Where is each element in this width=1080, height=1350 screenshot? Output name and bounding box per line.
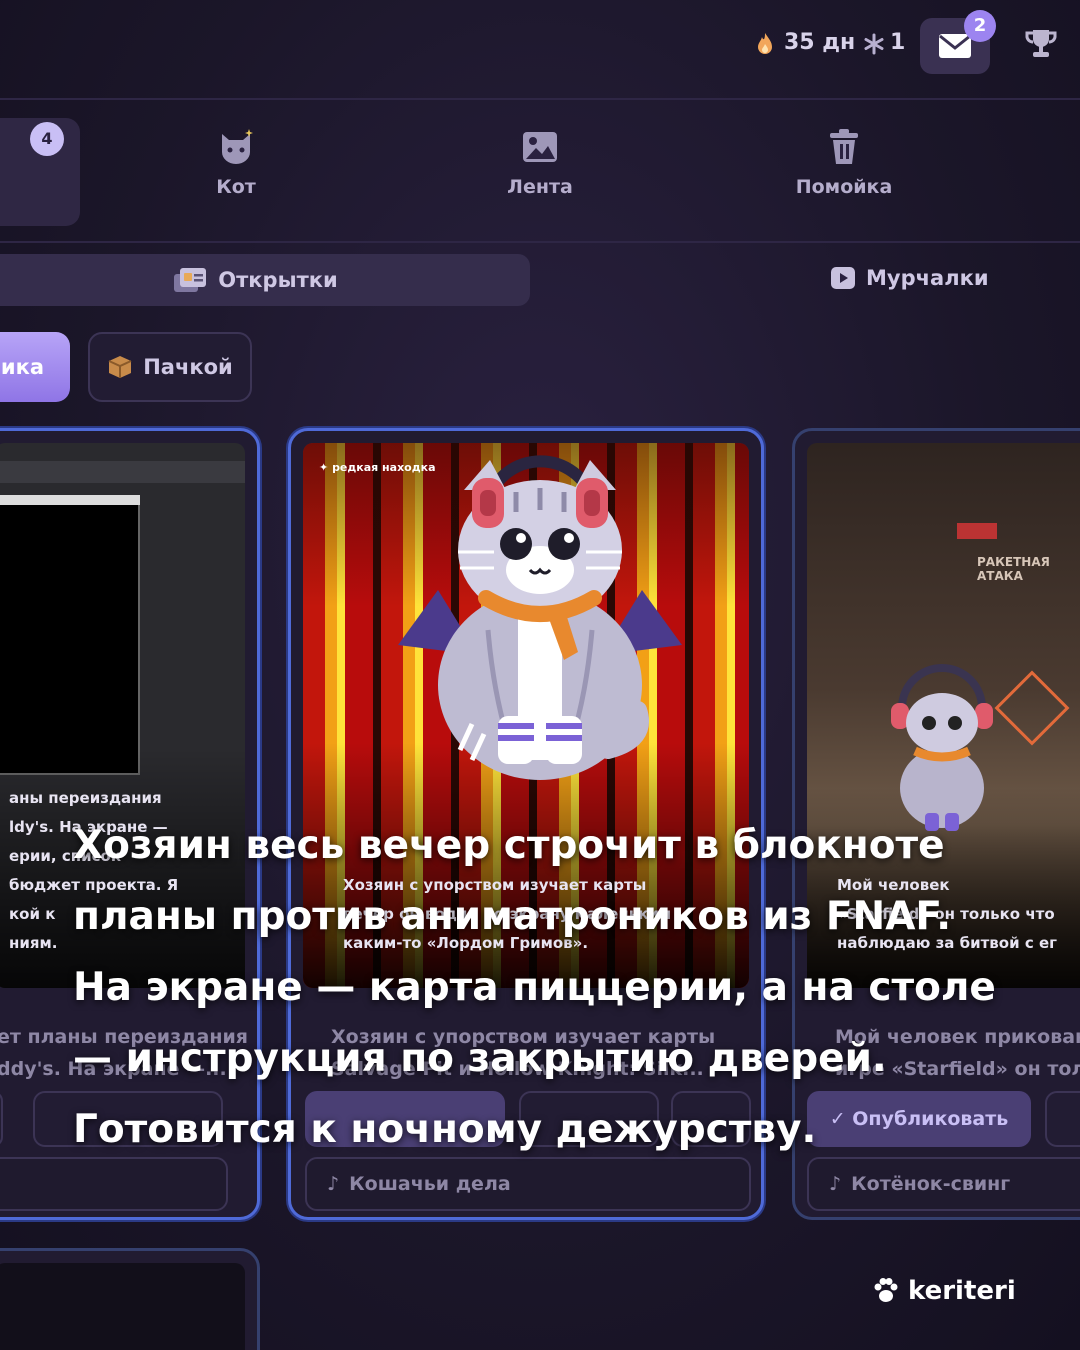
paw-icon: [874, 1278, 898, 1302]
box-icon: [108, 356, 132, 378]
track-select[interactable]: [0, 1157, 228, 1211]
cat-icon: [222, 129, 253, 164]
main-nav: 4 Кот Лента Помойка: [0, 108, 1080, 243]
image-icon: [523, 132, 557, 162]
reject-button[interactable]: [1045, 1091, 1080, 1147]
track-select[interactable]: ♪ Котёнок-свинг: [807, 1157, 1080, 1211]
top-bar: 35 дн 1 2: [0, 0, 1080, 100]
tab-postcards-label: Открытки: [218, 268, 338, 292]
nav-label-feed: Лента: [507, 176, 573, 198]
card-screenshot: [0, 1263, 245, 1350]
window-bar: [0, 495, 140, 505]
nav-active-badge: 4: [30, 122, 64, 156]
cat-mascot: [398, 455, 682, 780]
track-label: Котёнок-свинг: [851, 1173, 1011, 1195]
envelope-icon: [939, 34, 971, 58]
music-note-icon: ♪: [327, 1173, 340, 1195]
nav-item-trash[interactable]: Помойка: [774, 128, 914, 198]
trophy-icon[interactable]: [1024, 28, 1058, 60]
publish-button[interactable]: [0, 1091, 3, 1147]
nav-item-cat[interactable]: Кот: [166, 128, 306, 198]
shot-line: аны переиздания: [9, 789, 162, 807]
streak-counter: 35 дн: [784, 30, 856, 55]
window-titlebar: [0, 461, 245, 483]
snowflake-icon: [864, 33, 884, 55]
snow-counter: 1: [890, 30, 906, 55]
cat-mascot-small: [891, 664, 993, 831]
postcard-card-partial[interactable]: [0, 1248, 260, 1350]
tab-purrs[interactable]: Мурчалки: [830, 266, 989, 290]
mode-single-label: ика: [0, 355, 44, 379]
brand-name: keriteri: [908, 1276, 1016, 1306]
tab-purrs-label: Мурчалки: [866, 266, 989, 290]
track-label: Кошачьи дела: [349, 1173, 511, 1195]
track-select[interactable]: ♪ Кошачьи дела: [305, 1157, 751, 1211]
hud-tag: [957, 523, 997, 539]
trash-icon: [830, 129, 858, 164]
app-screen: 35 дн 1 2 4 Кот Лента Помойка Открытки М…: [0, 0, 1080, 1350]
mode-batch-button[interactable]: Пачкой: [88, 332, 252, 402]
brand-logo: keriteri: [872, 1276, 1016, 1306]
play-icon: [831, 267, 855, 289]
mode-single-button[interactable]: ика: [0, 332, 70, 402]
overlay-caption: Хозяин весь вечер строчит в блокноте пла…: [73, 823, 996, 1152]
black-window: [0, 495, 140, 775]
nav-label-trash: Помойка: [795, 176, 893, 198]
hud-label: РАКЕТНАЯ АТАКА: [977, 555, 1050, 583]
postcard-icon: [174, 268, 207, 292]
music-note-icon: ♪: [829, 1173, 842, 1195]
flame-icon: [758, 33, 772, 54]
paw-icon: ✦: [319, 461, 329, 474]
tab-postcards[interactable]: Открытки: [0, 254, 530, 306]
inbox-badge: 2: [964, 10, 996, 42]
nav-label-cat: Кот: [216, 176, 256, 198]
mode-batch-label: Пачкой: [143, 355, 233, 379]
nav-item-feed[interactable]: Лента: [470, 128, 610, 198]
